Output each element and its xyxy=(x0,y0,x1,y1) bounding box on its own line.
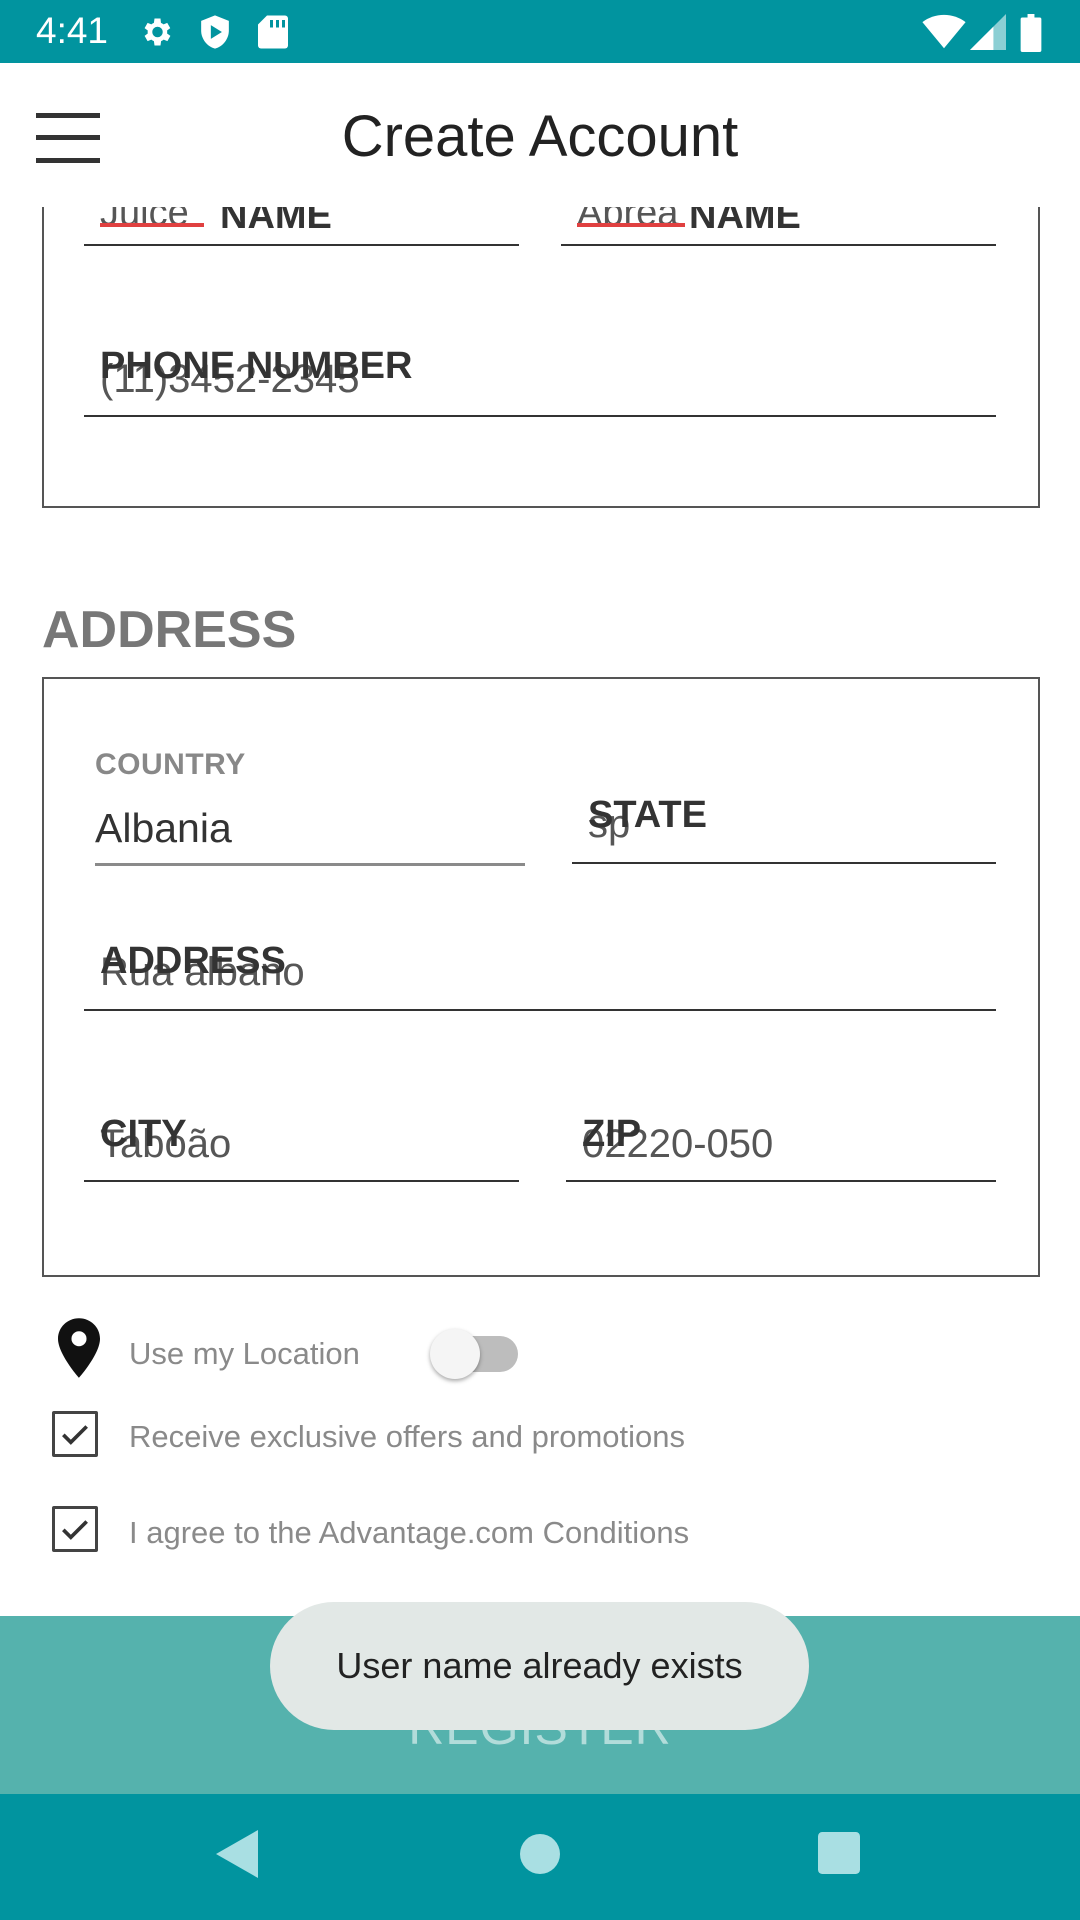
checkmark-icon xyxy=(62,1425,88,1445)
recents-icon[interactable] xyxy=(818,1832,860,1874)
city-field[interactable]: Taboão CITY xyxy=(84,1111,519,1183)
settings-icon xyxy=(144,18,171,46)
phone-number-field[interactable]: (11)3452-2345 PHONE NUMBER xyxy=(84,345,996,420)
home-icon[interactable] xyxy=(520,1834,560,1874)
address-underline xyxy=(84,1009,996,1011)
offers-label: Receive exclusive offers and promotions xyxy=(129,1419,685,1454)
country-value: Albania xyxy=(95,805,232,851)
wifi-icon xyxy=(922,14,966,49)
city-underline xyxy=(84,1180,519,1182)
use-location-label: Use my Location xyxy=(129,1336,360,1371)
phone-number-label: PHONE NUMBER xyxy=(100,345,413,387)
state-field[interactable]: sp STATE xyxy=(572,790,996,865)
toggle-thumb xyxy=(430,1329,480,1379)
address-field[interactable]: Rua albano ADDRESS xyxy=(84,940,996,1012)
back-icon[interactable] xyxy=(216,1830,258,1878)
status-time: 4:41 xyxy=(36,10,109,51)
offers-checkbox[interactable] xyxy=(52,1411,98,1457)
conditions-checkbox[interactable] xyxy=(52,1506,98,1552)
last-name-underline xyxy=(561,244,996,246)
zip-label: ZIP xyxy=(582,1113,642,1155)
first-name-underline xyxy=(84,244,519,246)
use-location-toggle[interactable] xyxy=(430,1328,520,1380)
navigation-bar xyxy=(0,1794,1080,1920)
page-title: Create Account xyxy=(341,104,739,169)
app-bar: Create Account xyxy=(0,63,1080,207)
conditions-label: I agree to the Advantage.com Conditions xyxy=(129,1515,690,1550)
zip-underline xyxy=(566,1180,996,1182)
toast-message: User name already exists xyxy=(270,1602,809,1730)
city-label: CITY xyxy=(100,1113,187,1155)
battery-icon xyxy=(1020,14,1042,52)
zip-field[interactable]: 02220-050 ZIP xyxy=(566,1111,996,1183)
signal-icon xyxy=(970,14,1006,50)
phone-number-underline xyxy=(84,415,996,417)
checkmark-icon xyxy=(62,1520,88,1540)
first-name-field[interactable]: Juice NAME xyxy=(84,192,519,257)
sd-card-icon xyxy=(258,15,288,49)
state-label: STATE xyxy=(588,794,707,836)
location-pin-icon xyxy=(58,1318,100,1378)
spellcheck-underline xyxy=(100,223,204,227)
status-bar: 4:41 xyxy=(0,0,1080,63)
state-underline xyxy=(572,862,996,864)
spellcheck-underline xyxy=(577,223,685,227)
shield-play-icon xyxy=(201,15,229,49)
last-name-field[interactable]: Abrea NAME xyxy=(561,192,996,257)
address-label: ADDRESS xyxy=(100,940,286,982)
address-section-title: ADDRESS xyxy=(42,601,297,659)
country-underline xyxy=(95,863,525,866)
country-select[interactable]: COUNTRY Albania xyxy=(95,745,525,867)
country-label: COUNTRY xyxy=(95,748,246,781)
